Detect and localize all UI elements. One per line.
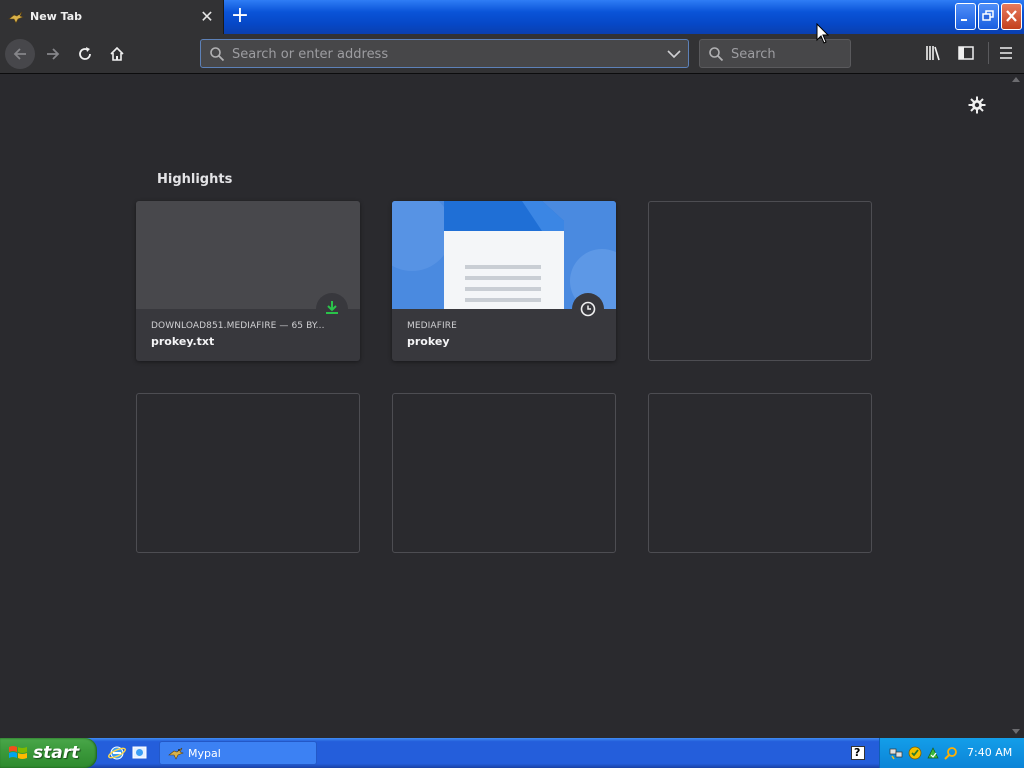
taskbar-item-label: Mypal xyxy=(188,747,221,760)
forward-arrow-icon xyxy=(47,48,60,60)
forward-button[interactable] xyxy=(38,39,68,69)
chevron-down-icon[interactable] xyxy=(667,48,681,60)
library-icon xyxy=(926,46,940,61)
empty-highlight-placeholder xyxy=(392,393,616,553)
sidebar-icon xyxy=(958,46,974,60)
vertical-scrollbar[interactable] xyxy=(1009,75,1024,738)
start-button[interactable]: start xyxy=(0,738,97,768)
highlights-section-title: Highlights xyxy=(157,172,233,187)
tab-title: New Tab xyxy=(30,10,83,23)
address-input[interactable] xyxy=(232,45,652,63)
empty-highlight-placeholder xyxy=(136,393,360,553)
address-bar[interactable] xyxy=(200,39,689,68)
taskbar: start Mypal ? 7:40 AM xyxy=(0,738,1024,768)
reload-button[interactable] xyxy=(70,39,100,69)
close-icon xyxy=(1006,10,1017,22)
new-tab-button[interactable]: + xyxy=(229,5,251,28)
scroll-up-arrow-icon[interactable] xyxy=(1012,77,1020,82)
search-input[interactable] xyxy=(731,45,841,63)
home-button[interactable] xyxy=(102,39,132,69)
card-source: MEDIAFIRE xyxy=(407,321,457,331)
empty-highlight-placeholder xyxy=(648,393,872,553)
mypal-logo-icon xyxy=(168,747,184,760)
help-label: ? xyxy=(854,746,861,759)
help-icon[interactable]: ? xyxy=(851,746,865,760)
highlight-card[interactable]: DOWNLOAD851.MEDIAFIRE — 65 BY... prokey.… xyxy=(136,201,360,361)
home-icon xyxy=(110,46,124,61)
mouse-cursor-icon xyxy=(816,23,830,44)
search-magnifier-icon[interactable] xyxy=(944,746,958,760)
tab-new-tab[interactable]: New Tab ✕ xyxy=(0,0,224,34)
scroll-down-arrow-icon[interactable] xyxy=(1012,729,1020,734)
download-icon xyxy=(326,301,338,314)
updates-icon[interactable] xyxy=(926,746,940,760)
back-button[interactable] xyxy=(5,39,35,69)
show-desktop-icon[interactable] xyxy=(131,745,149,761)
search-icon xyxy=(210,47,225,62)
empty-highlight-placeholder xyxy=(648,201,872,361)
taskbar-item-mypal[interactable]: Mypal xyxy=(159,741,317,765)
restore-icon xyxy=(982,10,994,21)
system-clock: 7:40 AM xyxy=(967,746,1013,759)
back-arrow-icon xyxy=(13,48,26,60)
windows-logo-icon xyxy=(9,746,27,759)
title-bar: New Tab ✕ + xyxy=(0,0,1024,34)
network-icon[interactable] xyxy=(889,746,903,760)
library-button[interactable] xyxy=(922,42,946,64)
highlight-card[interactable]: MEDIAFIRE prokey xyxy=(392,201,616,361)
mypal-logo-icon xyxy=(8,11,24,24)
sidebar-button[interactable] xyxy=(954,42,978,64)
system-tray: 7:40 AM xyxy=(879,738,1024,768)
card-title: prokey xyxy=(407,335,450,348)
close-tab-icon[interactable]: ✕ xyxy=(198,8,216,26)
toolbar-divider xyxy=(988,42,989,64)
minimize-button[interactable] xyxy=(955,3,976,30)
open-menu-button[interactable] xyxy=(994,42,1018,64)
card-source: DOWNLOAD851.MEDIAFIRE — 65 BY... xyxy=(151,321,325,331)
internet-explorer-icon[interactable] xyxy=(108,745,126,761)
reload-icon xyxy=(79,47,91,60)
minimize-icon xyxy=(961,19,967,21)
close-window-button[interactable] xyxy=(1001,3,1022,30)
restore-button[interactable] xyxy=(978,3,999,30)
clock-icon xyxy=(580,301,596,317)
hamburger-menu-icon xyxy=(1000,47,1012,59)
settings-gear-icon[interactable] xyxy=(968,96,986,114)
security-shield-icon[interactable] xyxy=(908,746,922,760)
search-icon xyxy=(709,47,724,62)
start-label: start xyxy=(33,743,80,763)
card-title: prokey.txt xyxy=(151,335,215,348)
